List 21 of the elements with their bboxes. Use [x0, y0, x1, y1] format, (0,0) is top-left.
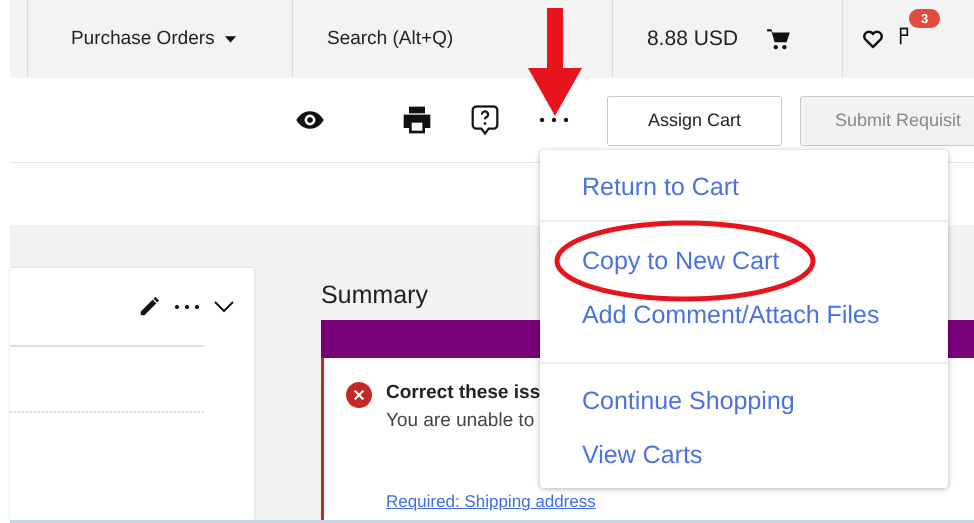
cart-total: 8.88 USD: [647, 27, 738, 51]
menu-item[interactable]: Add Comment/Attach Files: [582, 301, 880, 329]
flag-icon[interactable]: [899, 25, 909, 47]
purchase-orders-menu[interactable]: Purchase Orders: [27, 0, 292, 78]
more-icon[interactable]: [174, 304, 200, 310]
summary-heading: Summary: [321, 281, 428, 312]
caret-icon: [224, 36, 236, 42]
more-icon[interactable]: [539, 116, 569, 123]
menu-item[interactable]: Continue Shopping: [582, 387, 795, 415]
chevron-down-icon[interactable]: [214, 300, 234, 313]
eye-icon[interactable]: [295, 110, 325, 130]
print-icon[interactable]: [401, 104, 433, 136]
error-message: You are unable to: [386, 410, 536, 432]
toolbar-button[interactable]: Assign Cart: [607, 96, 782, 146]
help-icon[interactable]: [470, 104, 500, 136]
menu-item[interactable]: View Carts: [582, 441, 702, 469]
error-icon: [346, 382, 372, 408]
pencil-icon[interactable]: [138, 296, 160, 318]
shipping-address-link[interactable]: Required: Shipping address: [386, 492, 596, 512]
menu-item[interactable]: Return to Cart: [582, 173, 740, 201]
notification-badge: 3: [909, 9, 940, 28]
